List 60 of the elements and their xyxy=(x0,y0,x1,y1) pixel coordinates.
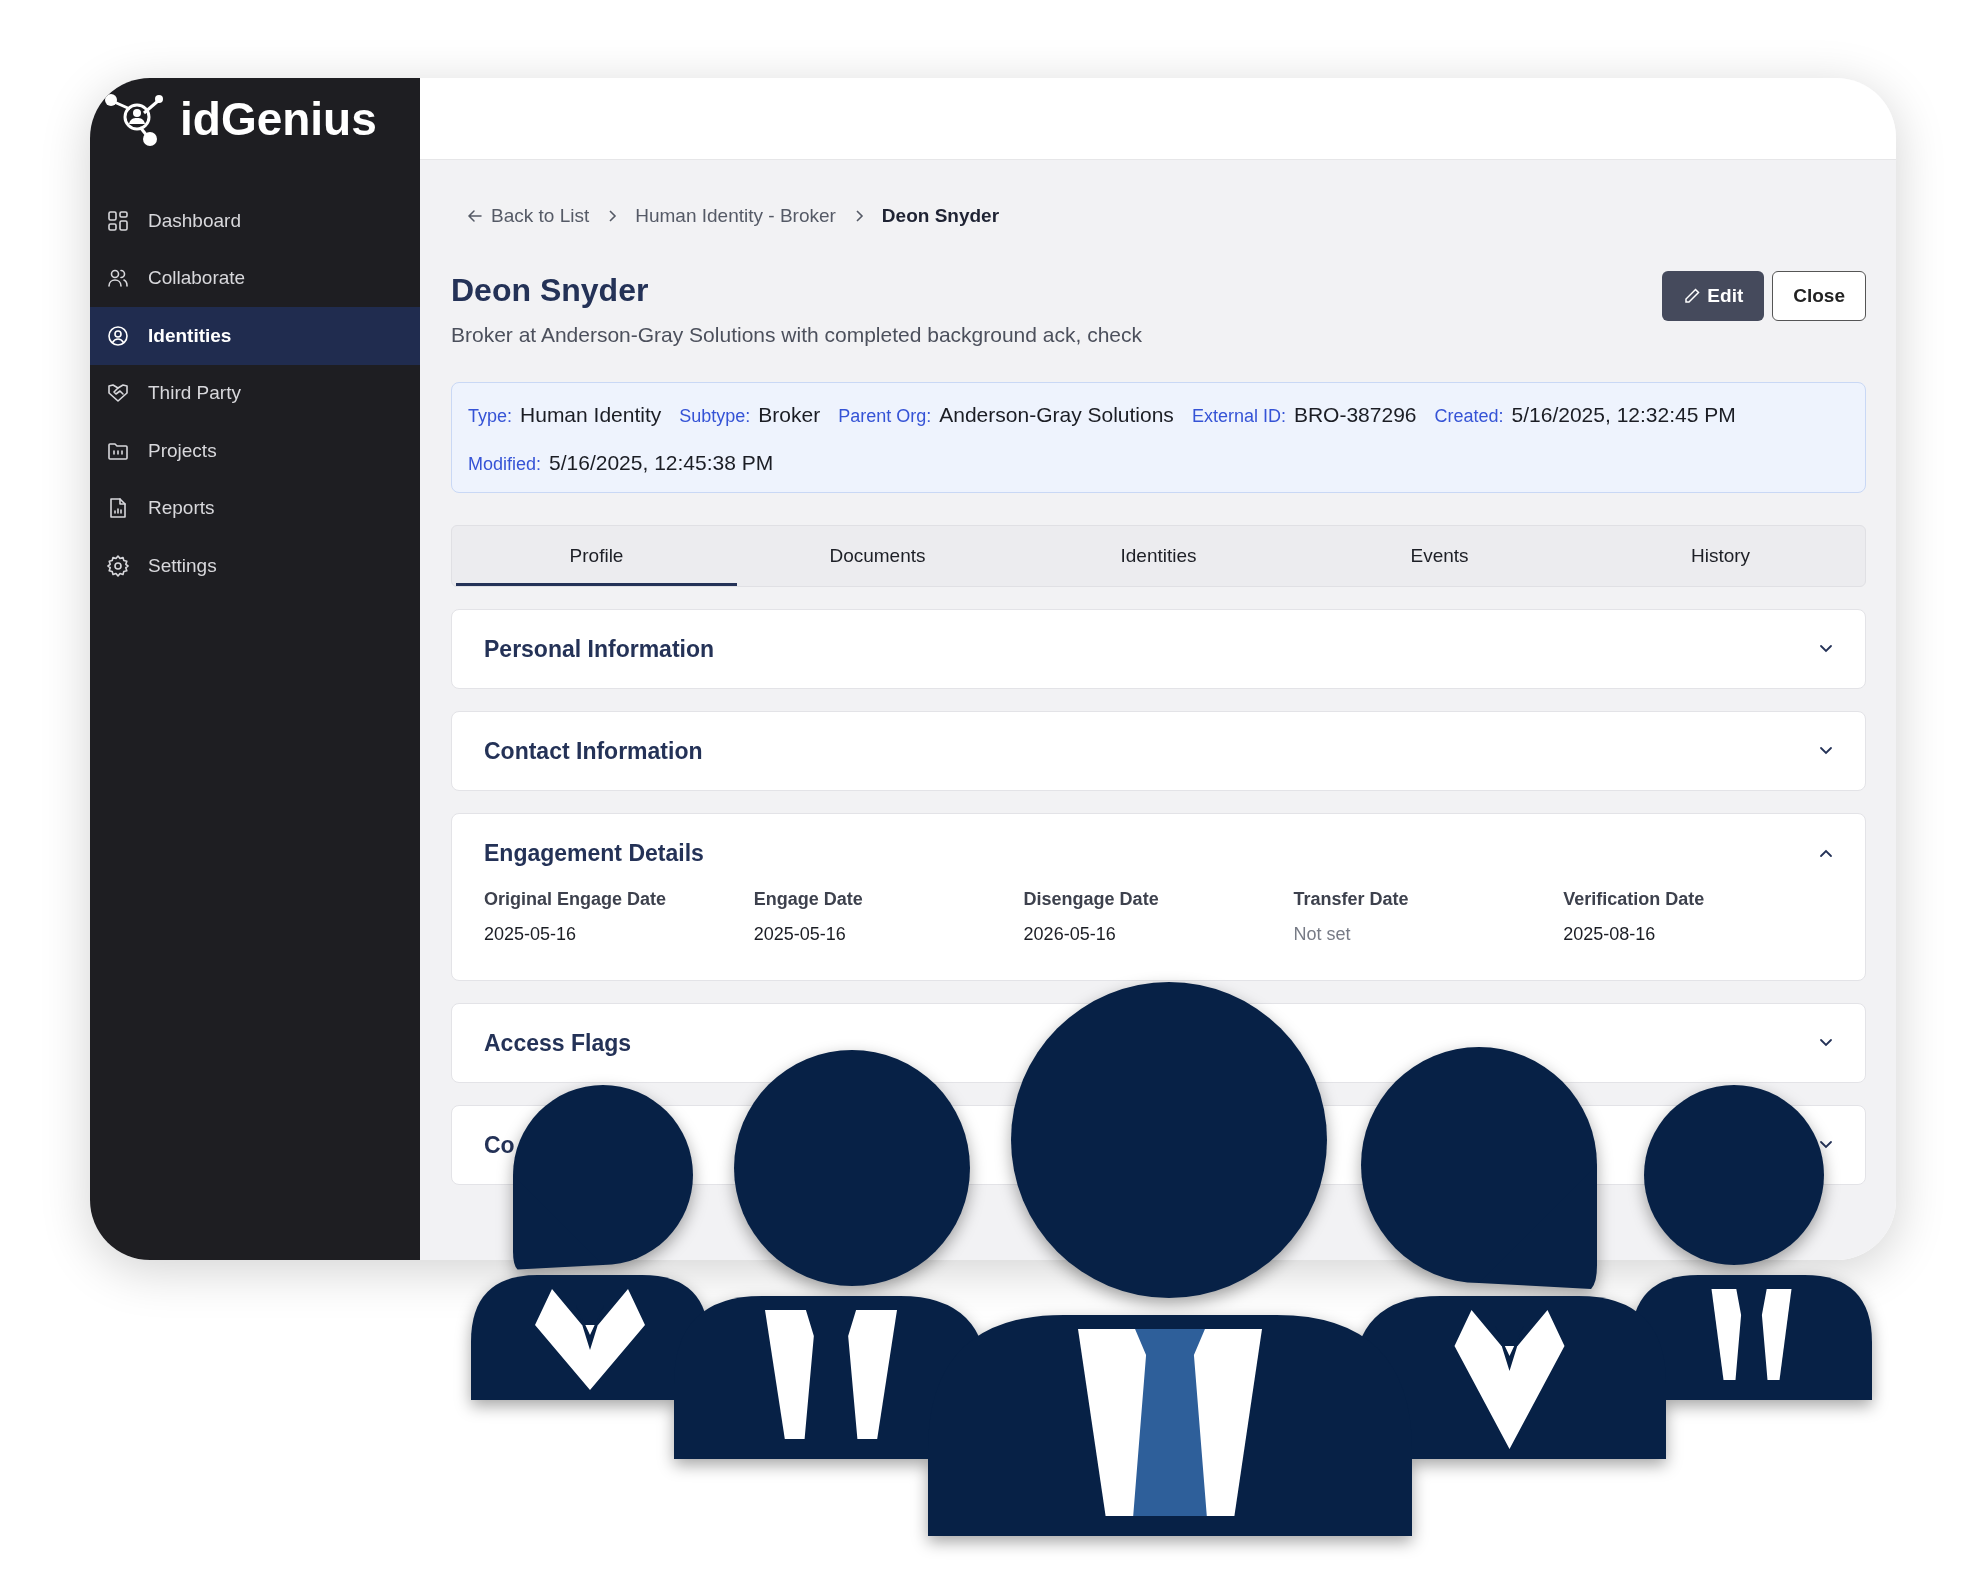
meta-label: Parent Org: xyxy=(838,405,932,429)
meta-label: External ID: xyxy=(1191,405,1286,429)
meta-label: Created: xyxy=(1434,405,1504,429)
chevron-right-icon xyxy=(607,209,618,224)
section-title: Engagement Details xyxy=(484,838,704,868)
sidebar-item[interactable]: Collaborate xyxy=(90,249,420,307)
meta-value: Broker xyxy=(758,402,821,429)
meta-label: Subtype: xyxy=(679,405,751,429)
meta-value: 5/16/2025, 12:32:45 PM xyxy=(1511,402,1736,429)
breadcrumb-current: Deon Snyder xyxy=(881,204,1000,228)
back-link[interactable]: Back to List xyxy=(467,202,590,231)
tab[interactable]: Identities xyxy=(1018,530,1299,586)
field-value: Not set xyxy=(1293,922,1352,946)
chevron-down-icon[interactable] xyxy=(1819,745,1833,756)
field-label: Disengage Date xyxy=(1023,887,1160,911)
sidebar-item[interactable]: Projects xyxy=(90,422,420,480)
section-title: Personal Information xyxy=(484,634,715,664)
field-label: Transfer Date xyxy=(1293,887,1410,911)
tab[interactable]: Profile xyxy=(456,530,737,586)
grid-icon xyxy=(106,208,130,233)
chevron-right-icon xyxy=(853,209,864,224)
field-value: 2025-05-16 xyxy=(484,922,578,946)
settings-icon xyxy=(106,553,130,578)
page-subtitle: Broker at Anderson-Gray Solutions with completed background ack, check xyxy=(451,321,1143,348)
meta-value: Human Identity xyxy=(520,402,662,429)
meta-value: 5/16/2025, 12:45:38 PM xyxy=(549,449,774,476)
field-value: 2025-05-16 xyxy=(753,922,847,946)
field-label: Original Engage Date xyxy=(484,887,668,911)
section-title: Contact Information xyxy=(484,736,703,766)
breadcrumb-link[interactable]: Human Identity - Broker xyxy=(635,202,836,231)
field-label: Engage Date xyxy=(753,887,864,911)
tab[interactable]: History xyxy=(1580,530,1861,586)
chevron-up-icon[interactable] xyxy=(1819,847,1833,858)
chevron-down-icon[interactable] xyxy=(1819,1037,1833,1048)
close-button[interactable]: Close xyxy=(1772,270,1866,321)
field-value: 2025-08-16 xyxy=(1563,922,1657,946)
pencil-icon xyxy=(1683,286,1702,305)
network-logo-icon xyxy=(104,91,166,147)
tab[interactable]: Documents xyxy=(737,530,1018,586)
sidebar-item[interactable]: Identities xyxy=(90,307,420,365)
user-circle-icon xyxy=(106,323,130,348)
meta-value: BRO-387296 xyxy=(1293,402,1417,429)
chevron-down-icon[interactable] xyxy=(1819,643,1833,654)
sidebar-item[interactable]: Reports xyxy=(90,479,420,537)
meta-label: Type: xyxy=(468,405,513,429)
section-title: Access Flags xyxy=(484,1028,632,1058)
edit-button[interactable]: Edit xyxy=(1662,270,1765,321)
section-title: Co xyxy=(484,1130,515,1160)
chevron-down-icon[interactable] xyxy=(1819,1139,1833,1150)
meta-label: Modified: xyxy=(468,452,542,476)
app-logo-text: idGenius xyxy=(180,96,377,142)
field-value: 2026-05-16 xyxy=(1023,922,1117,946)
tab[interactable]: Events xyxy=(1299,530,1580,586)
sidebar-item[interactable]: Third Party xyxy=(90,364,420,422)
sidebar-item[interactable]: Settings xyxy=(90,537,420,595)
field-label: Verification Date xyxy=(1563,887,1706,911)
arrow-left-icon xyxy=(467,208,483,225)
meta-value: Anderson-Gray Solutions xyxy=(939,402,1174,429)
page-title: Deon Snyder xyxy=(451,270,650,309)
sidebar-item[interactable]: Dashboard xyxy=(90,192,420,250)
